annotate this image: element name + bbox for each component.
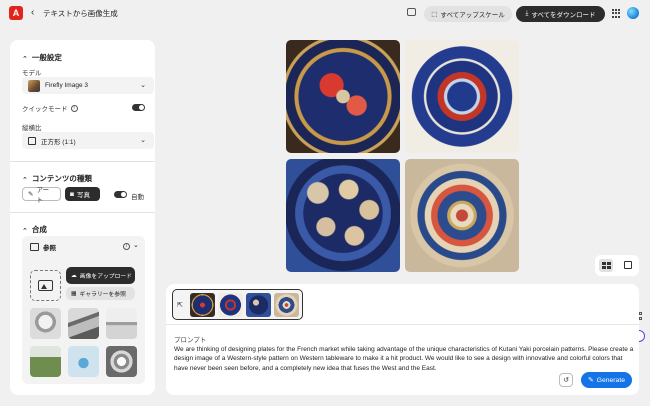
prompt-panel: ⇱ プロンプト We are thinking of designing pla…	[166, 284, 639, 395]
chevron-up-icon: ⌄	[22, 225, 28, 233]
model-value: Firefly Image 3	[45, 82, 88, 89]
general-settings-header[interactable]: ⌄ 一般設定	[22, 52, 62, 63]
reference-gallery	[30, 308, 137, 377]
upload-image-label: 画像をアップロード	[79, 274, 132, 280]
quick-mode-toggle[interactable]	[132, 104, 145, 111]
upscale-all-button[interactable]: ⬚ すべてアップスケール	[424, 6, 512, 22]
model-thumbnail	[28, 79, 40, 92]
reference-section: 参照 i ⌄ ☁ 画像をアップロード ▦ ギャラリーを参照	[22, 236, 145, 384]
art-label: アート	[36, 187, 50, 204]
chevron-down-icon: ⌄	[140, 137, 146, 144]
chevron-up-icon: ⌄	[22, 174, 28, 182]
general-settings-title: 一般設定	[31, 53, 62, 62]
image-drop-zone[interactable]	[30, 270, 61, 301]
generated-image-4[interactable]	[405, 159, 519, 272]
history-icon: ↺	[563, 377, 569, 384]
aspect-ratio-label: 縦横比	[22, 125, 42, 132]
adobe-logo-icon[interactable]: A	[9, 6, 23, 20]
composition-title: 合成	[31, 225, 47, 234]
camera-icon: ◙	[70, 190, 74, 198]
chevron-down-icon: ⌄	[140, 82, 146, 89]
composition-header[interactable]: ⌄ 合成	[22, 224, 47, 235]
page-title: テキストから画像生成	[43, 9, 118, 18]
download-all-label: すべてをダウンロード	[531, 12, 596, 19]
generate-label: Generate	[596, 376, 626, 384]
info-icon[interactable]: i	[123, 243, 130, 250]
generation-history-strip: ⇱	[172, 289, 303, 320]
view-toggle	[595, 255, 639, 276]
chevron-up-icon: ⌄	[22, 53, 28, 61]
settings-panel: ⌄ 一般設定 モデル Firefly Image 3 ⌄ クイックモード i 縦…	[10, 40, 155, 395]
top-bar: A ‹ テキストから画像生成 ⬚ すべてアップスケール ⤓ すべてをダウンロード	[0, 0, 650, 28]
reference-thumbnail[interactable]	[30, 308, 61, 339]
history-thumbnail[interactable]	[246, 293, 271, 317]
gallery-icon: ▦	[71, 290, 77, 297]
download-icon: ⤓	[525, 10, 529, 17]
aspect-ratio-select[interactable]: 正方形 (1:1) ⌄	[22, 132, 154, 149]
upload-image-button[interactable]: ☁ 画像をアップロード	[66, 267, 135, 284]
grid-view-icon[interactable]	[599, 259, 613, 272]
divider	[166, 324, 639, 325]
art-icon: ✎	[28, 191, 34, 198]
history-thumbnail[interactable]	[190, 293, 215, 317]
square-icon	[28, 136, 36, 145]
history-thumbnail[interactable]	[218, 293, 243, 317]
reference-thumbnail[interactable]	[68, 346, 99, 377]
back-arrow-icon[interactable]: ‹	[31, 7, 34, 18]
divider	[10, 212, 155, 213]
model-select[interactable]: Firefly Image 3 ⌄	[22, 77, 154, 94]
upscale-all-label: すべてアップスケール	[440, 12, 505, 19]
content-type-header[interactable]: ⌄ コンテンツの種類	[22, 173, 92, 184]
reference-thumbnail[interactable]	[106, 346, 137, 377]
art-option-button[interactable]: ✎ アート	[22, 187, 61, 204]
download-all-button[interactable]: ⤓ すべてをダウンロード	[516, 6, 605, 22]
auto-label: 自動	[131, 194, 144, 201]
upload-cloud-icon: ☁	[71, 272, 77, 279]
aspect-ratio-value: 正方形 (1:1)	[41, 138, 76, 146]
auto-toggle[interactable]	[114, 191, 127, 198]
open-external-icon[interactable]: ⇱	[177, 301, 183, 309]
upscale-icon: ⬚	[431, 11, 438, 18]
prompt-input[interactable]: We are thinking of designing plates for …	[174, 345, 636, 373]
chevron-down-icon[interactable]: ⌄	[133, 241, 139, 249]
generated-image-1[interactable]	[286, 40, 400, 153]
apps-grid-icon[interactable]	[612, 9, 621, 18]
photo-label: 写真	[76, 192, 90, 199]
generate-button[interactable]: ✎ Generate	[581, 372, 632, 388]
reference-thumbnail[interactable]	[106, 308, 137, 339]
divider	[10, 161, 155, 162]
single-view-icon[interactable]	[624, 261, 632, 269]
browse-gallery-button[interactable]: ▦ ギャラリーを参照	[66, 287, 135, 300]
generated-image-2[interactable]	[405, 40, 519, 153]
prompt-label: プロンプト	[174, 337, 207, 344]
history-button[interactable]: ↺	[559, 373, 573, 387]
generate-icon: ✎	[587, 377, 594, 384]
reference-icon	[30, 243, 39, 251]
reference-thumbnail[interactable]	[30, 346, 61, 377]
history-thumbnail[interactable]	[274, 293, 299, 317]
feedback-icon[interactable]	[407, 8, 416, 16]
model-label: モデル	[22, 70, 42, 77]
reference-header: 参照	[30, 242, 56, 252]
content-type-title: コンテンツの種類	[31, 174, 92, 183]
avatar[interactable]	[627, 7, 639, 19]
generated-image-3[interactable]	[286, 159, 400, 272]
photo-option-button[interactable]: ◙ 写真	[65, 187, 100, 201]
reference-label: 参照	[43, 245, 56, 252]
browse-gallery-label: ギャラリーを参照	[79, 292, 126, 298]
reference-thumbnail[interactable]	[68, 308, 99, 339]
quick-mode-row: クイックモード i	[22, 103, 78, 113]
quick-mode-label: クイックモード	[22, 106, 68, 113]
info-icon[interactable]: i	[70, 104, 78, 112]
image-icon	[38, 280, 53, 291]
